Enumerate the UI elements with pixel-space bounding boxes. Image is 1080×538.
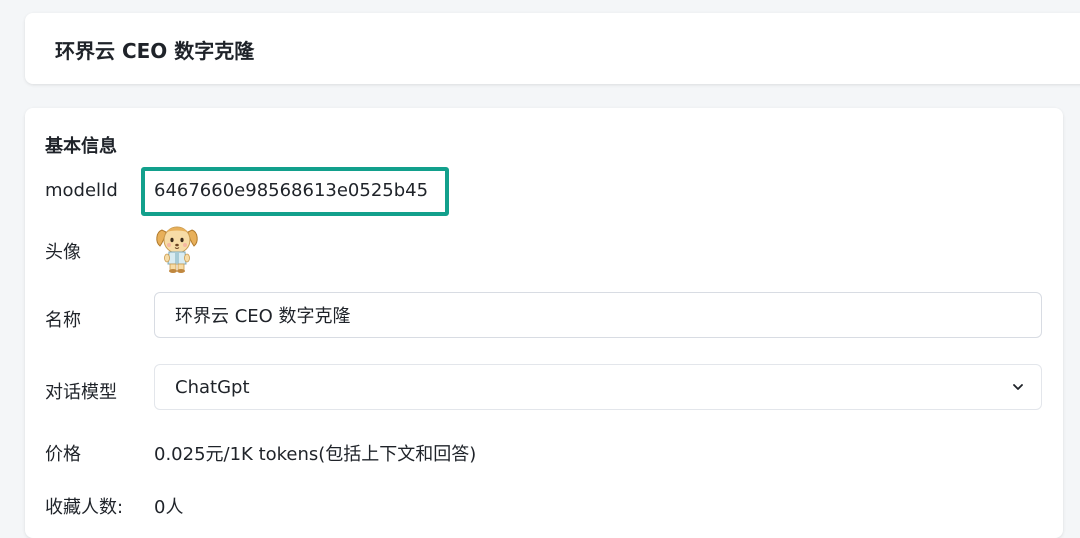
model-id-value: 6467660e98568613e0525b45: [154, 180, 429, 201]
price-label: 价格: [45, 444, 81, 465]
chat-model-selected-value: ChatGpt: [175, 377, 250, 398]
chat-model-label: 对话模型: [45, 382, 117, 403]
favorites-value: 0人: [154, 497, 184, 518]
page-title: 环界云 CEO 数字克隆: [55, 39, 255, 63]
price-value: 0.025元/1K tokens(包括上下文和回答): [154, 444, 477, 465]
name-label: 名称: [45, 310, 81, 331]
model-id-label: modelId: [45, 180, 118, 201]
basic-info-card: 基本信息 modelId 6467660e98568613e0525b45 头像: [25, 108, 1063, 538]
chevron-down-icon: [1013, 384, 1023, 390]
name-input[interactable]: [154, 292, 1042, 338]
chat-model-select[interactable]: ChatGpt: [154, 364, 1042, 410]
puppy-avatar-icon[interactable]: [154, 222, 200, 274]
section-title: 基本信息: [45, 136, 117, 157]
favorites-label: 收藏人数:: [45, 497, 124, 518]
header-card: 环界云 CEO 数字克隆: [25, 13, 1080, 84]
avatar-label: 头像: [45, 242, 81, 263]
